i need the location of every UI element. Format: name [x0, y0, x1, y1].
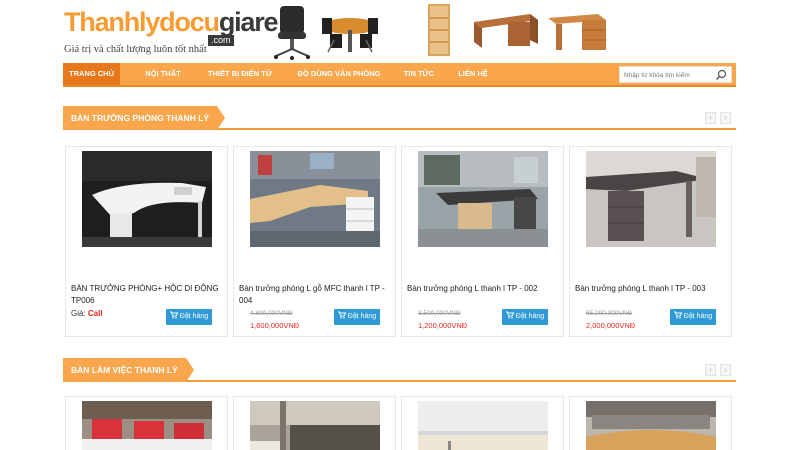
product-card[interactable]: Bàn trưởng phòng L thanh l TP - 002 3,50…	[401, 146, 564, 337]
sale-price: 1,200,000VNĐ	[418, 321, 468, 330]
product-card[interactable]: BÀN TRƯỞNG PHÒNG+ HỘC DI ĐỘNG TP006 Giá:…	[65, 146, 228, 337]
product-name[interactable]: Bàn trưởng phòng L gỗ MFC thanh l TP - 0…	[239, 283, 389, 307]
product-image[interactable]	[418, 151, 548, 247]
nav-item-news[interactable]: TIN TỨC	[395, 63, 443, 85]
product-card[interactable]	[65, 396, 228, 450]
desk-with-drawers-image	[548, 14, 606, 50]
carousel-prev-button[interactable]: ‹	[705, 364, 716, 376]
nav-item-office-supplies[interactable]: ĐỒ DÙNG VĂN PHÒNG	[287, 63, 391, 85]
nav-item-contact[interactable]: LIÊN HỆ	[449, 63, 497, 85]
product-image[interactable]	[418, 401, 548, 450]
search-input[interactable]	[624, 69, 712, 81]
site-header: Thanhlydocugiare .com Giá trị và chất lư…	[0, 0, 800, 62]
sale-price: 2,000,000VNĐ	[586, 321, 636, 330]
product-card[interactable]	[233, 396, 396, 450]
main-nav: TRANG CHỦ NỘI THẤT THIẾT BỊ ĐIỆN TỬ ĐỒ D…	[63, 63, 736, 87]
search-icon[interactable]	[715, 69, 727, 81]
cart-icon	[673, 311, 682, 319]
product-name[interactable]: BÀN TRƯỞNG PHÒNG+ HỘC DI ĐỘNG TP006	[71, 283, 221, 307]
site-slogan: Giá trị và chất lượng luôn tốt nhất	[64, 44, 207, 55]
sale-price: 1,600,000VNĐ	[250, 321, 300, 330]
nav-item-electronics[interactable]: THIẾT BỊ ĐIỆN TỬ	[197, 63, 283, 85]
round-table-image	[322, 18, 378, 53]
product-card[interactable]	[569, 396, 732, 450]
cart-icon	[505, 311, 514, 319]
old-price: 4,800,000VNĐ	[250, 310, 293, 317]
section-title[interactable]: BÀN LÀM VIỆC THANH LÝ	[63, 358, 194, 382]
order-button[interactable]: Đặt hàng	[502, 309, 548, 325]
site-logo[interactable]: Thanhlydocugiare .com Giá trị và chất lư…	[64, 7, 279, 55]
bookshelf-image	[428, 4, 450, 56]
product-image[interactable]	[250, 401, 380, 450]
product-image[interactable]	[586, 401, 716, 450]
order-button[interactable]: Đặt hàng	[166, 309, 212, 325]
nav-item-home[interactable]: TRANG CHỦ	[63, 63, 120, 85]
product-image[interactable]	[82, 151, 212, 247]
product-name[interactable]: Bàn trưởng phòng L thanh l TP - 002	[407, 283, 557, 295]
l-desk-image	[474, 14, 538, 48]
order-button[interactable]: Đặt hàng	[670, 309, 716, 325]
product-name[interactable]: Bàn trưởng phòng L thanh l TP - 003	[575, 283, 725, 295]
logo-wordmark: Thanhlydocugiare	[64, 7, 279, 37]
product-image[interactable]	[82, 401, 212, 450]
office-chair-image	[274, 6, 310, 60]
search-box	[619, 66, 732, 83]
section-title[interactable]: BÀN TRƯỞNG PHÒNG THANH LÝ	[63, 106, 226, 130]
product-card[interactable]	[401, 396, 564, 450]
price-call: Call	[87, 309, 103, 318]
section-header-manager-desks: BÀN TRƯỞNG PHÒNG THANH LÝ ‹ ›	[63, 106, 736, 130]
carousel-prev-button[interactable]: ‹	[705, 112, 716, 124]
product-card[interactable]: Bàn trưởng phòng L gỗ MFC thanh l TP - 0…	[233, 146, 396, 337]
price-label: Giá: Call	[71, 309, 103, 318]
product-card[interactable]: Bàn trưởng phòng L thanh l TP - 003 65,0…	[569, 146, 732, 337]
header-banner-image	[274, 4, 606, 60]
order-button[interactable]: Đặt hàng	[334, 309, 380, 325]
carousel-next-button[interactable]: ›	[720, 364, 731, 376]
carousel-next-button[interactable]: ›	[720, 112, 731, 124]
old-price: 3,500,000VNĐ	[418, 310, 461, 317]
section-header-work-desks: BÀN LÀM VIỆC THANH LÝ ‹ ›	[63, 358, 736, 382]
cart-icon	[337, 311, 346, 319]
product-image[interactable]	[250, 151, 380, 247]
product-image[interactable]	[586, 151, 716, 247]
cart-icon	[169, 311, 178, 319]
nav-item-furniture[interactable]: NỘI THẤT	[133, 63, 193, 85]
old-price: 65,000,000VNĐ	[586, 310, 633, 317]
